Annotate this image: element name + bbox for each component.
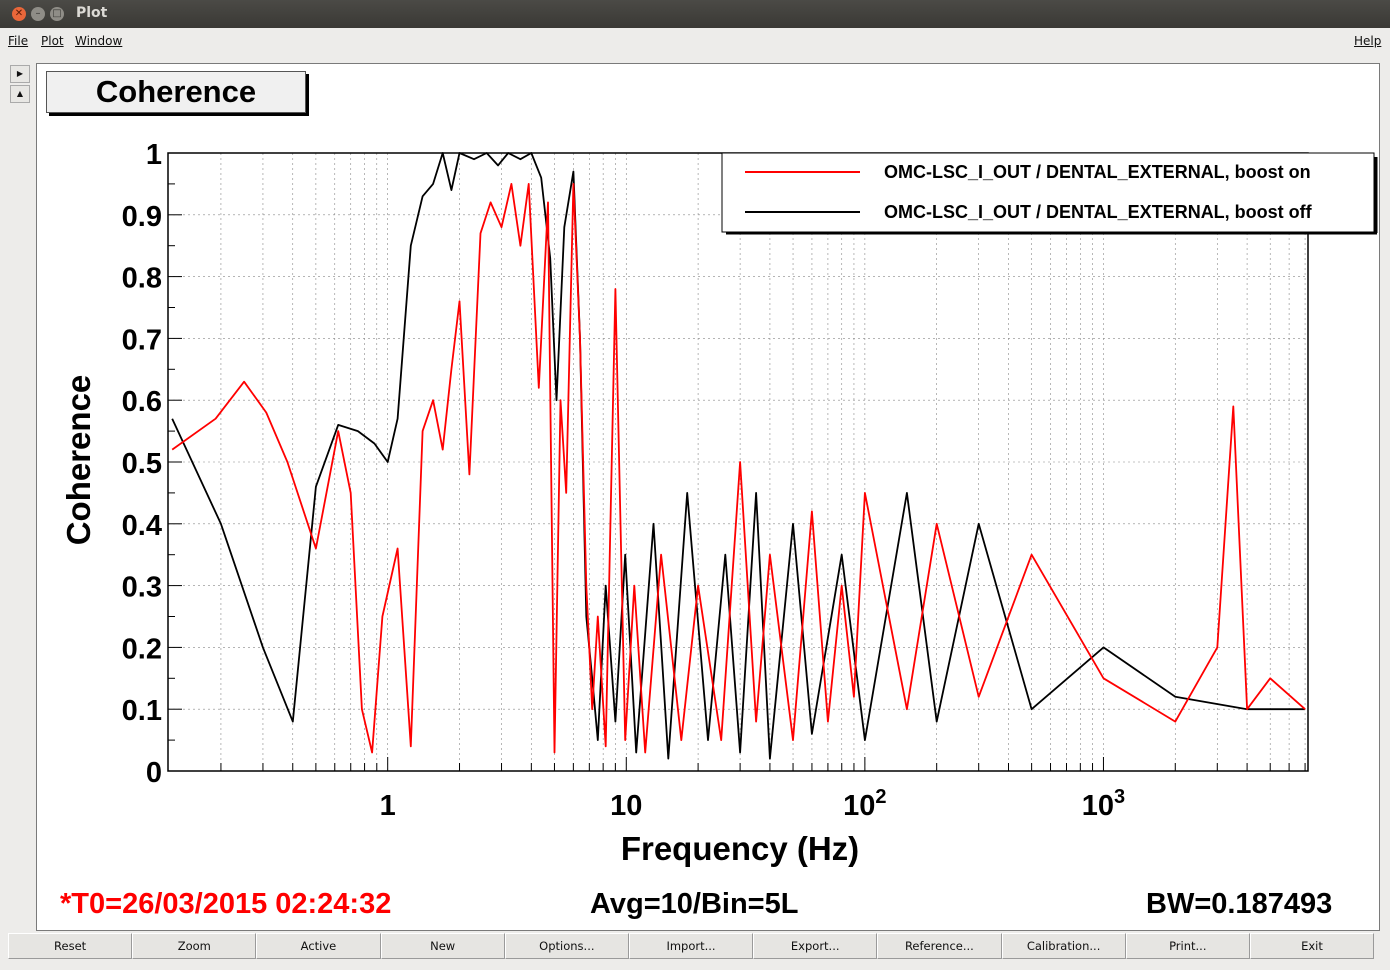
maximize-window-icon[interactable]: □ (50, 7, 64, 21)
minimize-window-icon[interactable]: – (31, 7, 45, 21)
menu-help[interactable]: Help (1354, 34, 1381, 48)
window-title: Plot (76, 5, 108, 21)
close-window-icon[interactable]: ✕ (12, 7, 26, 21)
menubar: File Plot Window Help (0, 28, 1390, 54)
button-import[interactable]: Import... (628, 933, 754, 959)
button-reset[interactable]: Reset (8, 933, 133, 959)
menu-file[interactable]: File (8, 34, 28, 48)
expand-right-arrow-icon[interactable]: ▶ (10, 65, 30, 83)
bandwidth-info: BW=0.187493 (1146, 888, 1333, 920)
button-exit[interactable]: Exit (1249, 933, 1375, 959)
button-export[interactable]: Export... (753, 933, 878, 959)
button-print[interactable]: Print... (1125, 933, 1250, 959)
button-active[interactable]: Active (256, 933, 381, 959)
button-zoom[interactable]: Zoom (132, 933, 257, 959)
menu-window[interactable]: Window (75, 34, 122, 48)
collapse-up-arrow-icon[interactable]: ▲ (10, 85, 30, 103)
button-calibration[interactable]: Calibration... (1001, 933, 1126, 959)
avg-bin-info: Avg=10/Bin=5L (590, 888, 799, 920)
menu-plot[interactable]: Plot (41, 34, 64, 48)
button-reference[interactable]: Reference... (877, 933, 1002, 959)
plot-canvas[interactable] (36, 63, 1380, 931)
button-options[interactable]: Options... (504, 933, 629, 959)
window-titlebar: ✕ – □ Plot (0, 0, 1390, 28)
t0-timestamp: *T0=26/03/2015 02:24:32 (60, 888, 392, 920)
button-new[interactable]: New (380, 933, 505, 959)
plot-title: Coherence (46, 71, 306, 113)
bottom-button-bar: Reset Zoom Active New Options... Import... Exp… (8, 933, 1375, 959)
